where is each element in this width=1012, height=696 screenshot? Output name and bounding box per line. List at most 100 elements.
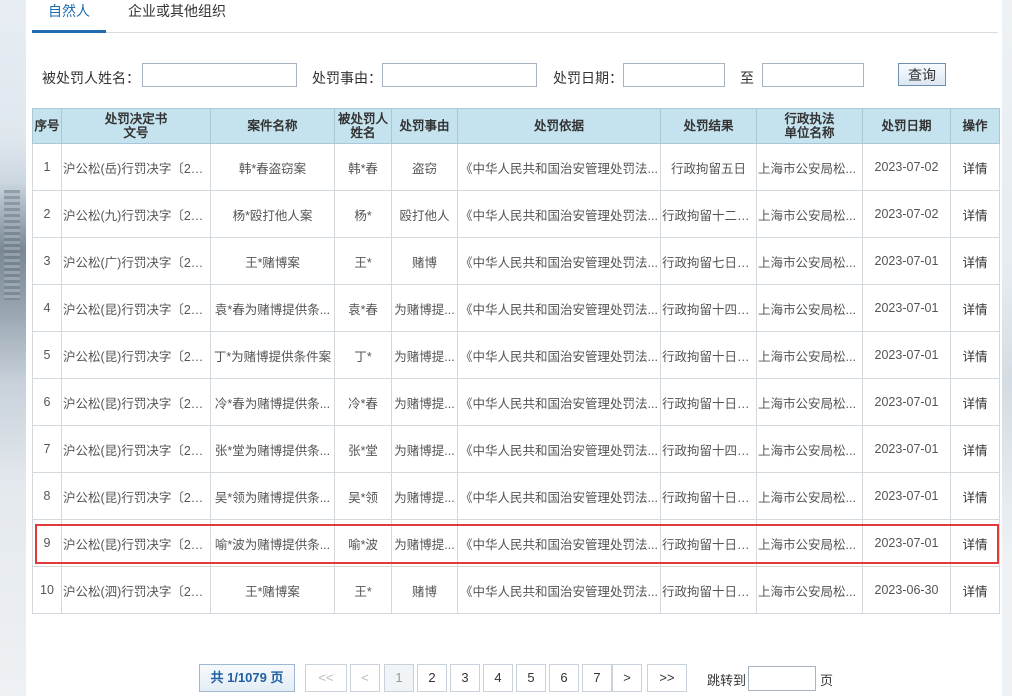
cell-basis: 《中华人民共和国治安管理处罚法... <box>457 143 661 191</box>
date-from-input[interactable] <box>623 63 725 87</box>
cell-case-name: 杨*殴打他人案 <box>210 190 335 238</box>
cell-date: 2023-07-01 <box>862 284 951 332</box>
table-row[interactable]: 6 沪公松(昆)行罚决字〔202... 冷*春为赌博提供条... 冷*春 为赌博提...… <box>32 378 1000 426</box>
cell-basis: 《中华人民共和国治安管理处罚法... <box>457 237 661 285</box>
cell-seq: 1 <box>32 143 62 191</box>
cell-reason: 赌博 <box>391 237 458 285</box>
cell-doc-no: 沪公松(九)行罚决字〔202... <box>61 190 211 238</box>
detail-link[interactable]: 详情 <box>950 519 1000 567</box>
cell-date: 2023-07-01 <box>862 472 951 520</box>
first-page-button[interactable]: << <box>305 664 347 692</box>
cell-date: 2023-07-01 <box>862 519 951 567</box>
cell-seq: 3 <box>32 237 62 285</box>
last-page-button[interactable]: >> <box>647 664 687 692</box>
header-reason: 处罚事由 <box>391 108 458 144</box>
page-button-4[interactable]: 4 <box>483 664 513 692</box>
page-button-1[interactable]: 1 <box>384 664 414 692</box>
table-row[interactable]: 10 沪公松(泗)行罚决字〔202... 王*赌博案 王* 赌博 《中华人民共和国治安管理… <box>32 566 1000 614</box>
header-result: 处罚结果 <box>660 108 757 144</box>
page-button-3[interactable]: 3 <box>450 664 480 692</box>
header-doc-no-line1: 处罚决定书 <box>104 112 168 126</box>
name-input[interactable] <box>142 63 297 87</box>
cell-agency: 上海市公安局松... <box>756 190 863 238</box>
cell-basis: 《中华人民共和国治安管理处罚法... <box>457 331 661 379</box>
header-person-line2: 姓名 <box>350 126 376 140</box>
page-button-7[interactable]: 7 <box>582 664 612 692</box>
cell-basis: 《中华人民共和国治安管理处罚法... <box>457 378 661 426</box>
cell-person: 冷*春 <box>334 378 392 426</box>
detail-link[interactable]: 详情 <box>950 425 1000 473</box>
cell-person: 杨* <box>334 190 392 238</box>
detail-link[interactable]: 详情 <box>950 378 1000 426</box>
date-to-input[interactable] <box>762 63 864 87</box>
jump-label: 跳转到 <box>707 673 747 688</box>
header-doc-no-line2: 文号 <box>123 126 149 140</box>
jump-page-input[interactable] <box>748 666 816 691</box>
detail-link[interactable]: 详情 <box>950 237 1000 285</box>
cell-doc-no: 沪公松(昆)行罚决字〔202... <box>61 378 211 426</box>
cell-seq: 10 <box>32 566 62 614</box>
query-button[interactable]: 查询 <box>898 63 946 86</box>
cell-date: 2023-07-02 <box>862 143 951 191</box>
page-button-2[interactable]: 2 <box>417 664 447 692</box>
cell-seq: 4 <box>32 284 62 332</box>
detail-link[interactable]: 详情 <box>950 472 1000 520</box>
table-row[interactable]: 7 沪公松(昆)行罚决字〔202... 张*堂为赌博提供条... 张*堂 为赌博提...… <box>32 425 1000 473</box>
table-row[interactable]: 4 沪公松(昆)行罚决字〔202... 袁*春为赌博提供条... 袁*春 为赌博提...… <box>32 284 1000 332</box>
cell-doc-no: 沪公松(泗)行罚决字〔202... <box>61 566 211 614</box>
prev-page-button[interactable]: < <box>350 664 380 692</box>
page-button-6[interactable]: 6 <box>549 664 579 692</box>
cell-case-name: 丁*为赌博提供条件案 <box>210 331 335 379</box>
page-unit-label: 页 <box>820 673 834 688</box>
header-agency: 行政执法 单位名称 <box>756 108 863 144</box>
cell-date: 2023-07-01 <box>862 331 951 379</box>
cell-result: 行政拘留十二日... <box>660 190 757 238</box>
table-header-row: 序号 处罚决定书 文号 案件名称 被处罚人 姓名 处罚事由 处罚依据 处罚结果 行政… <box>32 108 1000 144</box>
cell-basis: 《中华人民共和国治安管理处罚法... <box>457 190 661 238</box>
detail-link[interactable]: 详情 <box>950 331 1000 379</box>
cell-doc-no: 沪公松(昆)行罚决字〔202... <box>61 519 211 567</box>
cell-result: 行政拘留十日并... <box>660 378 757 426</box>
detail-link[interactable]: 详情 <box>950 143 1000 191</box>
table-row[interactable]: 1 沪公松(岳)行罚决字〔202... 韩*春盗窃案 韩*春 盗窃 《中华人民共和国治安管… <box>32 143 1000 191</box>
cell-doc-no: 沪公松(昆)行罚决字〔202... <box>61 284 211 332</box>
reason-label: 处罚事由： <box>312 70 382 86</box>
cell-case-name: 王*赌博案 <box>210 237 335 285</box>
detail-link[interactable]: 详情 <box>950 190 1000 238</box>
cell-person: 丁* <box>334 331 392 379</box>
background-photo-right <box>1002 0 1012 696</box>
cell-basis: 《中华人民共和国治安管理处罚法... <box>457 519 661 567</box>
table-row[interactable]: 9 沪公松(昆)行罚决字〔202... 喻*波为赌博提供条... 喻*波 为赌博提...… <box>32 519 1000 567</box>
table-row[interactable]: 5 沪公松(昆)行罚决字〔202... 丁*为赌博提供条件案 丁* 为赌博提... 《中华… <box>32 331 1000 379</box>
cell-date: 2023-07-01 <box>862 378 951 426</box>
reason-input[interactable] <box>382 63 537 87</box>
detail-link[interactable]: 详情 <box>950 566 1000 614</box>
tab-organization[interactable]: 企业或其他组织 <box>128 0 226 30</box>
header-date: 处罚日期 <box>862 108 951 144</box>
cell-result: 行政拘留十日并... <box>660 519 757 567</box>
header-agency-line1: 行政执法 <box>784 112 835 126</box>
cell-basis: 《中华人民共和国治安管理处罚法... <box>457 284 661 332</box>
background-photo-left <box>0 0 26 696</box>
table-row[interactable]: 8 沪公松(昆)行罚决字〔202... 吴*领为赌博提供条... 吴*领 为赌博提...… <box>32 472 1000 520</box>
next-page-button[interactable]: > <box>612 664 642 692</box>
cell-agency: 上海市公安局松... <box>756 472 863 520</box>
tab-natural-person[interactable]: 自然人 <box>32 0 106 33</box>
cell-reason: 为赌博提... <box>391 519 458 567</box>
cell-result: 行政拘留十四日... <box>660 425 757 473</box>
table-row[interactable]: 2 沪公松(九)行罚决字〔202... 杨*殴打他人案 杨* 殴打他人 《中华人民共和国治… <box>32 190 1000 238</box>
date-to-label: 至 <box>740 70 754 86</box>
page-button-5[interactable]: 5 <box>516 664 546 692</box>
cell-reason: 殴打他人 <box>391 190 458 238</box>
cell-date: 2023-07-01 <box>862 237 951 285</box>
cell-doc-no: 沪公松(昆)行罚决字〔202... <box>61 331 211 379</box>
cell-doc-no: 沪公松(昆)行罚决字〔202... <box>61 425 211 473</box>
cell-doc-no: 沪公松(广)行罚决字〔202... <box>61 237 211 285</box>
cell-agency: 上海市公安局松... <box>756 331 863 379</box>
table-row[interactable]: 3 沪公松(广)行罚决字〔202... 王*赌博案 王* 赌博 《中华人民共和国治安管理处… <box>32 237 1000 285</box>
cell-date: 2023-07-01 <box>862 425 951 473</box>
detail-link[interactable]: 详情 <box>950 284 1000 332</box>
header-seq: 序号 <box>32 108 62 144</box>
cell-case-name: 喻*波为赌博提供条... <box>210 519 335 567</box>
cell-agency: 上海市公安局松... <box>756 425 863 473</box>
